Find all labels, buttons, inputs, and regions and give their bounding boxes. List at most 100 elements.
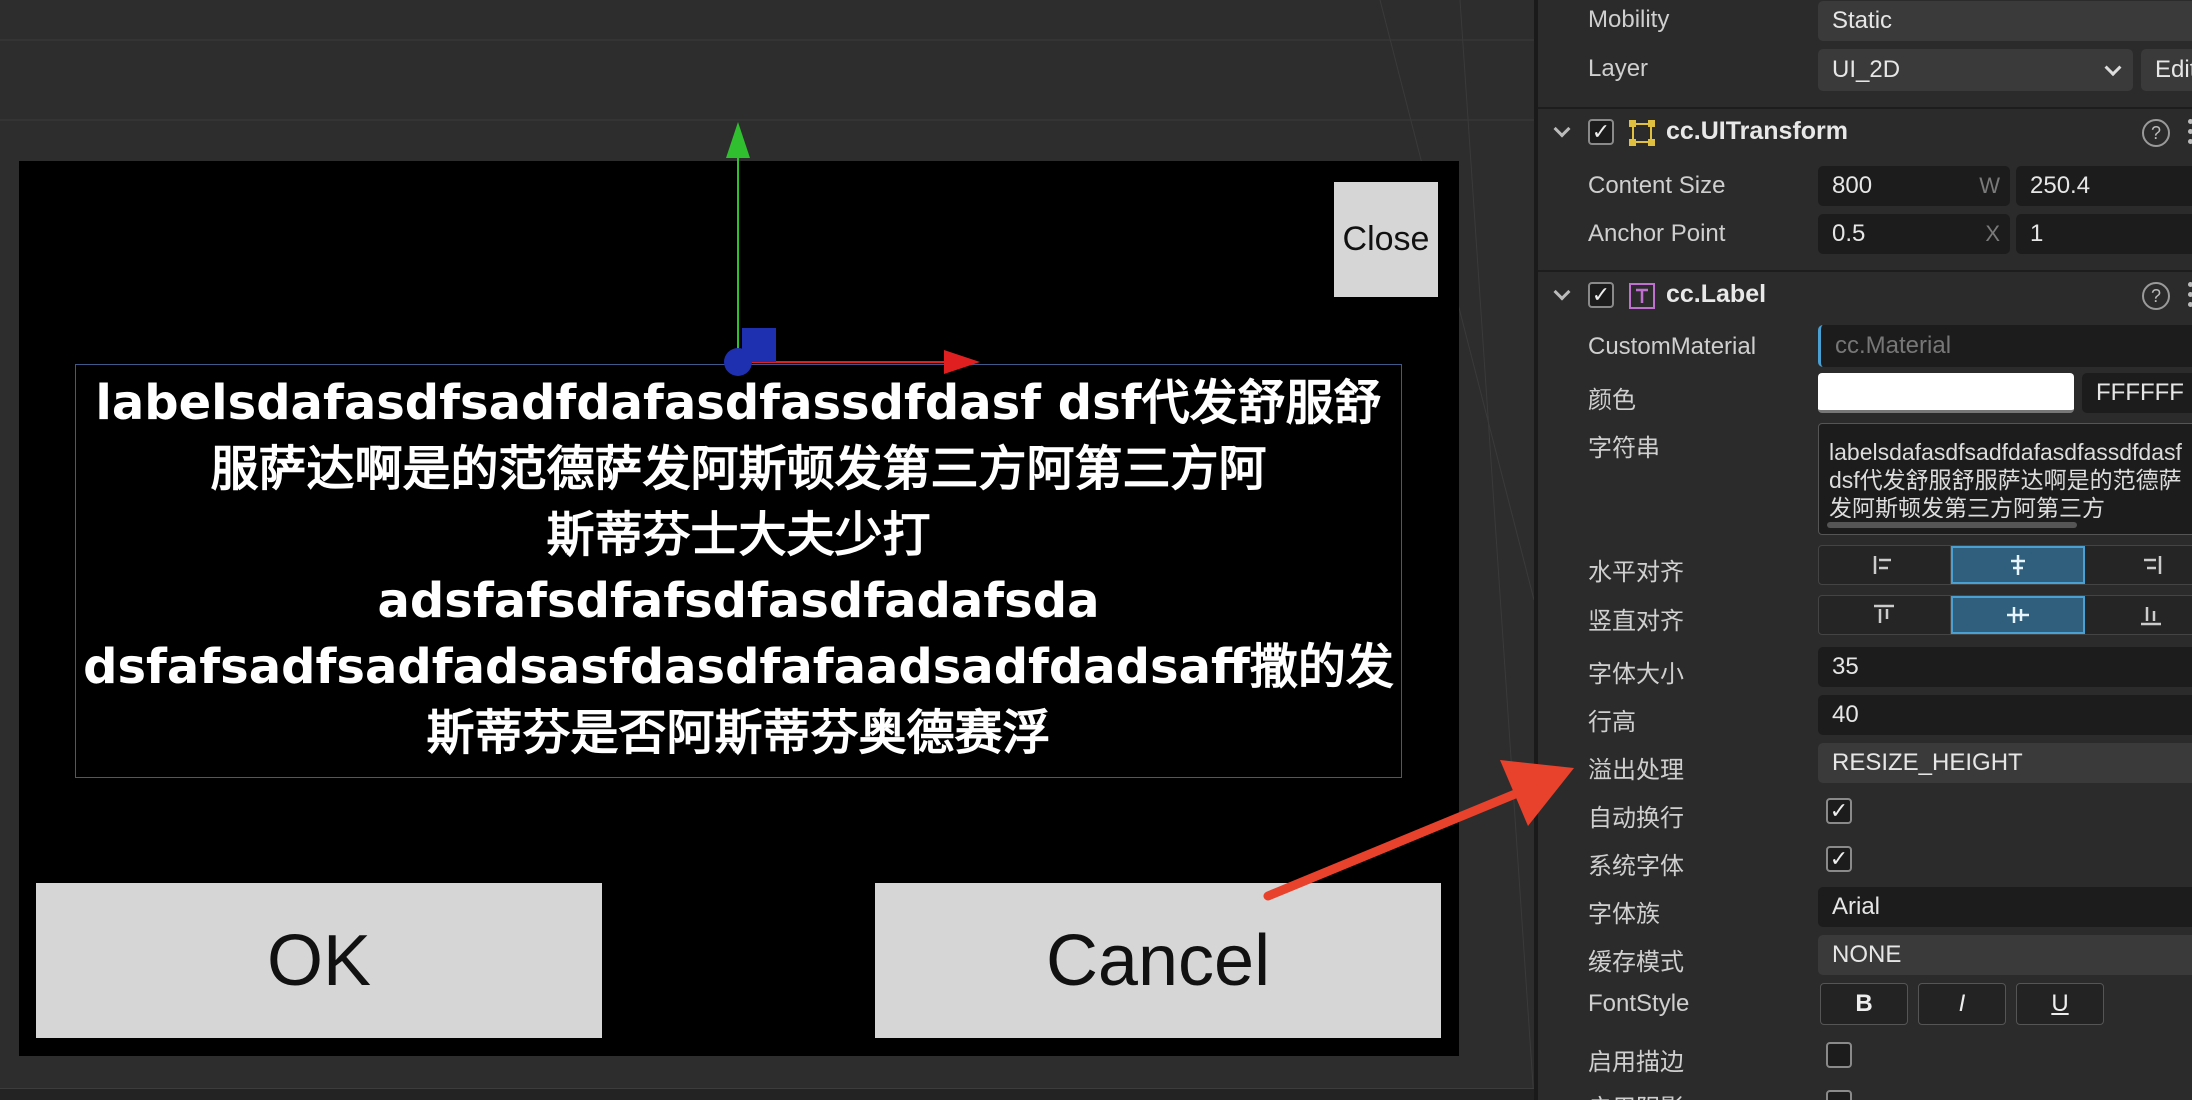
chevron-down-icon[interactable]: [1553, 120, 1571, 138]
chevron-down-icon[interactable]: [1553, 283, 1571, 301]
color-hex-input[interactable]: FFFFFF: [2082, 373, 2192, 413]
ok-button[interactable]: OK: [36, 883, 602, 1038]
align-left-button[interactable]: [1819, 546, 1951, 584]
font-style-label: FontStyle: [1588, 990, 1690, 1017]
label-line: dsfafsadfsadfadsasfdasdfafaadsadfdadsaff…: [83, 639, 1394, 695]
mobility-value: Static: [1832, 7, 1893, 34]
inspector-panel: Mobility Static Layer UI_2D Edit ✓ cc.UI…: [1534, 0, 2192, 1100]
cancel-button[interactable]: Cancel: [875, 883, 1441, 1038]
color-hex-value: FFFFFF: [2096, 379, 2184, 406]
cache-mode-select[interactable]: NONE: [1818, 935, 2192, 975]
line-height-input[interactable]: 40: [1818, 695, 2192, 735]
wrap-label: 自动换行: [1588, 805, 1684, 832]
overflow-value: RESIZE_HEIGHT: [1832, 749, 2023, 776]
text-component-icon: [1629, 283, 1655, 309]
align-top-icon: [1874, 604, 1895, 623]
anchor-x-input[interactable]: 0.5 X: [1818, 214, 2010, 254]
layer-edit-label: Edit: [2155, 56, 2192, 83]
label-line: 斯蒂芬是否阿斯蒂芬奥德赛浮: [426, 705, 1051, 761]
label-line: labelsdafasdfsadfdafasdfassdfdasf dsf代发舒…: [95, 375, 1382, 431]
align-top-button[interactable]: [1819, 596, 1951, 634]
content-size-height-input[interactable]: 250.4 H: [2016, 166, 2192, 206]
anchor-y-value: 1: [2030, 220, 2044, 247]
string-label: 字符串: [1588, 435, 1660, 462]
anchor-x-value: 0.5: [1832, 220, 1866, 247]
custom-material-label: CustomMaterial: [1588, 333, 1757, 360]
label-enabled-checkbox[interactable]: ✓: [1588, 282, 1614, 308]
font-family-value: Arial: [1832, 893, 1881, 920]
align-middle-button[interactable]: [1950, 596, 2086, 634]
color-label: 颜色: [1588, 387, 1636, 414]
label-text: labelsdafasdfsadfdafasdfassdfdasf dsf代发舒…: [78, 370, 1399, 766]
content-size-width-value: 800: [1832, 172, 1873, 199]
wrap-checkbox[interactable]: ✓: [1826, 798, 1852, 824]
label-line: adsfafsdfafsdfasdfadafsda: [377, 573, 1100, 629]
align-bottom-icon: [2140, 607, 2161, 626]
section-label[interactable]: ✓ cc.Label ?: [1538, 270, 2192, 316]
layer-value: UI_2D: [1832, 56, 1901, 83]
uitransform-enabled-checkbox[interactable]: ✓: [1588, 119, 1614, 145]
custom-material-placeholder: cc.Material: [1835, 332, 1952, 359]
overflow-label: 溢出处理: [1588, 757, 1684, 784]
bold-button[interactable]: B: [1820, 983, 1908, 1025]
help-icon[interactable]: ?: [2142, 119, 2170, 147]
h-align-label: 水平对齐: [1588, 559, 1684, 586]
align-middle-icon: [2007, 607, 2029, 623]
label-line: 服萨达啊是的范德萨发阿斯顿发第三方阿第三方阿: [210, 441, 1267, 497]
section-uitransform[interactable]: ✓ cc.UITransform ?: [1538, 107, 2192, 153]
line-height-value: 40: [1832, 701, 1859, 728]
system-font-checkbox[interactable]: ✓: [1826, 846, 1852, 872]
v-align-label: 竖直对齐: [1588, 608, 1684, 635]
scene-bottom-bar: [0, 1088, 1534, 1100]
h-align-segmented[interactable]: [1818, 545, 2192, 585]
align-left-icon: [1874, 556, 1892, 574]
uitransform-icon: [1629, 120, 1655, 146]
font-family-input[interactable]: Arial: [1818, 887, 2192, 927]
more-menu-icon[interactable]: [2188, 119, 2192, 147]
align-right-icon: [2143, 556, 2161, 574]
anchor-y-input[interactable]: 1 Y: [2016, 214, 2192, 254]
outline-label: 启用描边: [1588, 1049, 1684, 1076]
line-height-label: 行高: [1588, 709, 1636, 736]
string-textarea[interactable]: labelsdafasdfsadfdafasdfassdfdasf dsf代发舒…: [1818, 423, 2192, 535]
layer-select[interactable]: UI_2D: [1818, 49, 2133, 91]
cache-mode-label: 缓存模式: [1588, 949, 1684, 976]
layer-label: Layer: [1588, 55, 1649, 82]
chevron-down-icon: [2104, 59, 2122, 77]
x-unit: X: [1985, 221, 2000, 246]
font-size-value: 35: [1832, 653, 1859, 680]
content-size-width-input[interactable]: 800 W: [1818, 166, 2010, 206]
underline-button[interactable]: U: [2016, 983, 2104, 1025]
font-size-input[interactable]: 35: [1818, 647, 2192, 687]
help-icon[interactable]: ?: [2142, 282, 2170, 310]
content-size-height-value: 250.4: [2030, 172, 2091, 199]
align-right-button[interactable]: [2085, 546, 2192, 584]
custom-material-field[interactable]: cc.Material: [1818, 325, 2192, 367]
overflow-select[interactable]: RESIZE_HEIGHT: [1818, 743, 2192, 783]
textarea-scrollbar[interactable]: [1827, 522, 2077, 528]
more-menu-icon[interactable]: [2188, 282, 2192, 310]
label-line: 斯蒂芬士大夫少打: [546, 507, 931, 563]
italic-button[interactable]: I: [1918, 983, 2006, 1025]
shadow-label: 启用阴影: [1588, 1088, 1684, 1100]
layer-edit-button[interactable]: Edit: [2141, 49, 2192, 91]
color-swatch[interactable]: [1818, 373, 2074, 413]
label-component-title: cc.Label: [1666, 280, 1767, 308]
uitransform-title: cc.UITransform: [1666, 117, 1849, 145]
v-align-segmented[interactable]: [1818, 595, 2192, 635]
string-text: labelsdafasdfsadfdafasdfassdfdasf dsf代发舒…: [1829, 439, 2182, 518]
align-center-button[interactable]: [1950, 546, 2086, 584]
mobility-select[interactable]: Static: [1818, 1, 2192, 41]
align-center-icon: [2011, 555, 2025, 575]
system-font-label: 系统字体: [1588, 853, 1684, 880]
font-size-label: 字体大小: [1588, 661, 1684, 688]
anchor-point-label: Anchor Point: [1588, 220, 1726, 247]
scene-viewport[interactable]: Close labelsdafasdfsadfdafasdfassdfdasf …: [0, 0, 1534, 1100]
mobility-label: Mobility: [1588, 6, 1670, 33]
shadow-checkbox[interactable]: [1826, 1090, 1852, 1100]
content-size-label: Content Size: [1588, 172, 1726, 199]
width-unit: W: [1979, 173, 2000, 198]
align-bottom-button[interactable]: [2085, 596, 2192, 634]
outline-checkbox[interactable]: [1826, 1042, 1852, 1068]
close-button[interactable]: Close: [1334, 182, 1438, 297]
